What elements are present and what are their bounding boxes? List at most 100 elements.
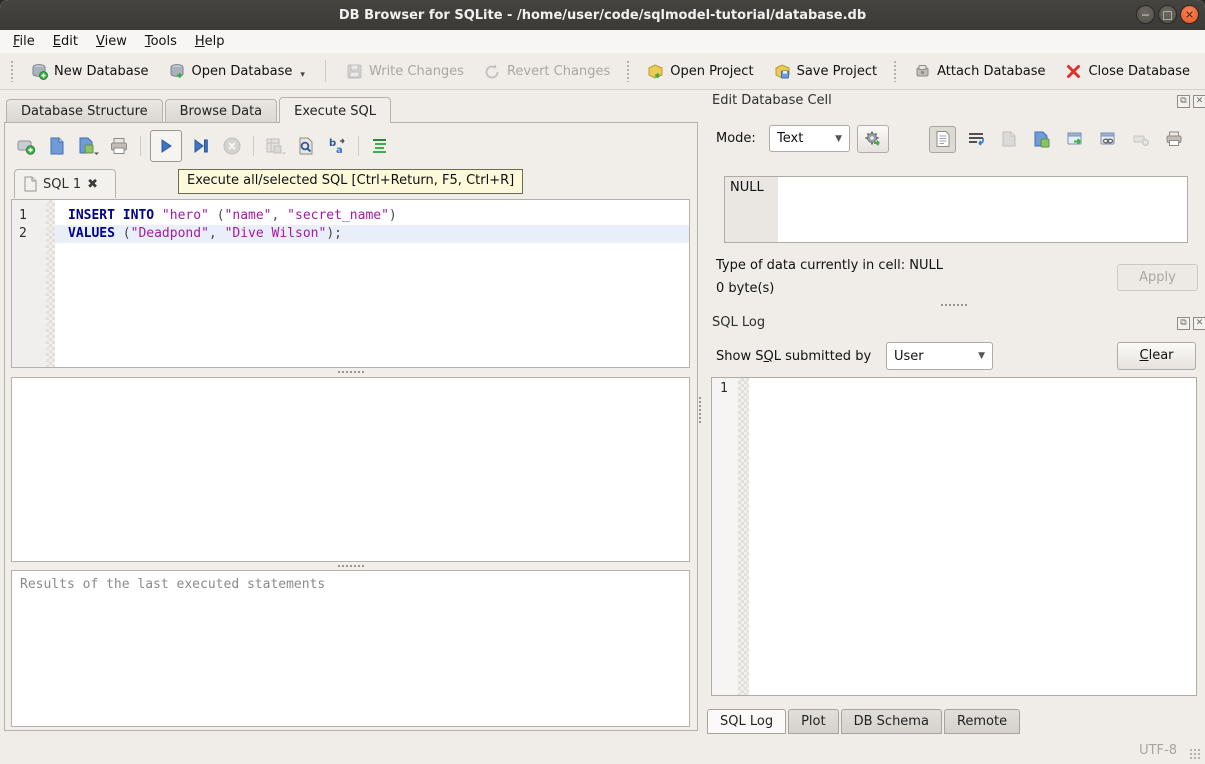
format-sql-icon bbox=[370, 136, 390, 156]
menu-help[interactable]: Help bbox=[186, 30, 234, 53]
results-grid[interactable] bbox=[11, 377, 690, 562]
sql-log-dock-buttons: ⧉ ✕ bbox=[1177, 317, 1205, 330]
print-sql-button[interactable] bbox=[107, 134, 131, 158]
tab-browse-data[interactable]: Browse Data bbox=[165, 99, 278, 123]
close-button[interactable]: ✕ bbox=[1180, 5, 1199, 24]
menu-edit[interactable]: Edit bbox=[44, 30, 87, 53]
dock-float-button[interactable]: ⧉ bbox=[1177, 317, 1190, 330]
link-button[interactable] bbox=[1094, 126, 1121, 153]
revert-changes-button[interactable]: Revert Changes bbox=[476, 59, 618, 84]
text-mode-icon bbox=[934, 130, 952, 148]
import-button[interactable] bbox=[995, 126, 1022, 153]
word-wrap-icon bbox=[967, 130, 985, 148]
auto-switch-mode-button[interactable] bbox=[857, 125, 889, 153]
sql-toolbar-separator bbox=[358, 136, 359, 156]
export-button[interactable] bbox=[1028, 126, 1055, 153]
sql-toolbar-separator bbox=[253, 136, 254, 156]
dock-close-button[interactable]: ✕ bbox=[1193, 317, 1205, 330]
tab-plot[interactable]: Plot bbox=[788, 709, 839, 734]
close-tab-icon[interactable]: ✖ bbox=[87, 177, 98, 192]
main-vertical-splitter[interactable] bbox=[699, 395, 705, 425]
tab-remote[interactable]: Remote bbox=[944, 709, 1020, 734]
tab-sql-log[interactable]: SQL Log bbox=[707, 709, 786, 734]
results-messages-splitter[interactable] bbox=[11, 563, 690, 569]
toolbar-drag-handle[interactable] bbox=[10, 60, 15, 82]
attach-database-label: Attach Database bbox=[937, 64, 1045, 79]
apply-button[interactable]: Apply bbox=[1117, 264, 1198, 291]
new-sql-tab-icon bbox=[16, 136, 36, 156]
open-project-button[interactable]: Open Project bbox=[639, 59, 761, 84]
clear-button[interactable]: Clear bbox=[1117, 342, 1196, 370]
new-database-button[interactable]: New Database bbox=[23, 59, 157, 84]
tab-database-structure[interactable]: Database Structure bbox=[6, 99, 163, 123]
sql-code-editor[interactable]: 1 2 INSERT INTO "hero" ("name", "secret_… bbox=[11, 199, 690, 368]
toolbar-separator bbox=[325, 60, 326, 82]
results-message-area[interactable]: Results of the last executed statements bbox=[11, 570, 690, 727]
sql1-tab[interactable]: SQL 1 ✖ bbox=[14, 169, 116, 198]
line-number: 1 bbox=[19, 207, 43, 225]
sql1-tab-label: SQL 1 bbox=[43, 177, 81, 192]
close-icon: ✕ bbox=[1181, 7, 1198, 24]
edit-cell-toolbar bbox=[929, 125, 1187, 153]
cell-editor-gutter: NULL bbox=[725, 177, 778, 242]
menu-tools[interactable]: Tools bbox=[136, 30, 186, 53]
close-database-button[interactable]: Close Database bbox=[1057, 59, 1198, 84]
open-database-button[interactable]: Open Database ▾ bbox=[161, 59, 313, 84]
replace-icon: ba bbox=[327, 136, 347, 156]
word-wrap-button[interactable] bbox=[962, 126, 989, 153]
dock-close-button[interactable]: ✕ bbox=[1193, 95, 1205, 108]
resize-grip-icon[interactable] bbox=[1189, 748, 1201, 760]
minimize-icon: − bbox=[1137, 7, 1154, 24]
menu-view[interactable]: View bbox=[87, 30, 136, 53]
write-changes-button[interactable]: Write Changes bbox=[338, 59, 472, 84]
dock-float-button[interactable]: ⧉ bbox=[1177, 95, 1190, 108]
float-icon: ⧉ bbox=[1180, 318, 1186, 328]
fold-margin bbox=[46, 200, 55, 367]
export-icon bbox=[1033, 130, 1051, 148]
format-sql-button[interactable] bbox=[368, 134, 392, 158]
execute-line-button[interactable] bbox=[189, 134, 213, 158]
execute-all-icon bbox=[157, 137, 175, 155]
set-null-button[interactable] bbox=[1127, 126, 1154, 153]
menu-file[interactable]: File bbox=[4, 30, 44, 53]
text-mode-button[interactable] bbox=[929, 126, 956, 153]
save-sql-file-button[interactable] bbox=[76, 134, 100, 158]
open-project-label: Open Project bbox=[670, 64, 753, 79]
editor-results-splitter[interactable] bbox=[11, 369, 690, 375]
dock-splitter[interactable] bbox=[711, 302, 1197, 308]
find-button[interactable] bbox=[294, 134, 318, 158]
toolbar-drag-handle[interactable] bbox=[893, 60, 898, 82]
new-sql-tab-button[interactable] bbox=[14, 134, 38, 158]
menubar: File Edit View Tools Help bbox=[0, 30, 1205, 53]
tab-db-schema[interactable]: DB Schema bbox=[841, 709, 942, 734]
cell-null-value: NULL bbox=[730, 180, 764, 195]
minimize-button[interactable]: − bbox=[1136, 5, 1155, 24]
execute-all-button[interactable] bbox=[150, 130, 182, 162]
log-fold-margin bbox=[738, 378, 749, 695]
open-project-icon bbox=[647, 63, 664, 80]
open-external-button[interactable] bbox=[1061, 126, 1088, 153]
print-cell-button[interactable] bbox=[1160, 126, 1187, 153]
find-icon bbox=[296, 136, 316, 156]
log-line-number: 1 bbox=[720, 381, 728, 396]
mode-select[interactable]: Text ▼ bbox=[769, 125, 850, 152]
maximize-button[interactable]: □ bbox=[1158, 5, 1177, 24]
stop-button[interactable] bbox=[220, 134, 244, 158]
attach-database-button[interactable]: Attach Database bbox=[906, 59, 1053, 84]
line-number: 2 bbox=[19, 225, 43, 243]
open-sql-file-button[interactable] bbox=[45, 134, 69, 158]
sql-log-area[interactable]: 1 bbox=[711, 377, 1197, 696]
replace-button[interactable]: ba bbox=[325, 134, 349, 158]
dock-tab-bar: SQL Log Plot DB Schema Remote bbox=[707, 709, 1020, 734]
tab-execute-sql[interactable]: Execute SQL bbox=[279, 97, 391, 123]
titlebar[interactable]: DB Browser for SQLite - /home/user/code/… bbox=[0, 0, 1205, 30]
log-filter-select[interactable]: User ▼ bbox=[886, 342, 993, 370]
revert-changes-icon bbox=[484, 63, 501, 80]
window-title: DB Browser for SQLite - /home/user/code/… bbox=[339, 8, 866, 23]
toolbar-drag-handle[interactable] bbox=[626, 60, 631, 82]
cell-editor[interactable]: NULL bbox=[724, 176, 1188, 243]
save-project-button[interactable]: Save Project bbox=[766, 59, 886, 84]
write-changes-icon bbox=[346, 63, 363, 80]
new-database-label: New Database bbox=[54, 64, 149, 79]
save-results-button[interactable] bbox=[263, 134, 287, 158]
